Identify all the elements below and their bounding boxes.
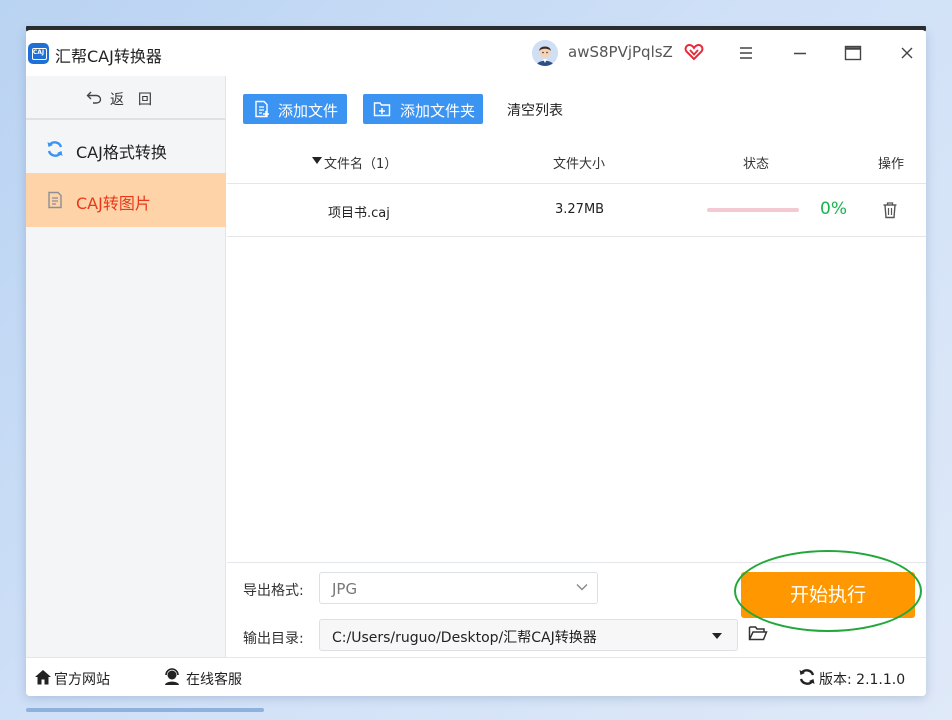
table-row: 项目书.caj 3.27MB 0% — [227, 184, 926, 237]
export-format-select[interactable]: JPG — [319, 572, 598, 604]
app-title: 汇帮CAJ转换器 — [55, 47, 162, 66]
status-bar: 官方网站 在线客服 版本: 2.1.1.0 — [26, 657, 926, 696]
file-name: 项目书.caj — [328, 206, 390, 221]
app-logo-text: CAJ — [32, 49, 45, 56]
sidebar-item-label: CAJ转图片 — [76, 194, 151, 213]
add-file-icon — [255, 100, 269, 118]
username[interactable]: awS8PVjPqlsZ — [568, 43, 673, 61]
progress-percent: 0% — [820, 199, 847, 219]
maximize-icon[interactable] — [841, 42, 865, 64]
document-icon — [48, 191, 62, 209]
caret-down-icon — [712, 633, 722, 639]
app-logo-icon: CAJ — [28, 43, 49, 64]
back-label: 返回 — [110, 92, 166, 108]
version-label: 版本: 2.1.1.0 — [819, 672, 906, 688]
progress-bar — [707, 208, 799, 212]
output-dir-label: 输出目录: — [243, 631, 304, 647]
folder-open-icon[interactable] — [748, 624, 768, 642]
vip-heart-icon[interactable] — [684, 42, 704, 62]
add-folder-icon — [373, 102, 391, 117]
add-file-button[interactable]: 添加文件 — [243, 94, 347, 124]
customer-service-icon[interactable] — [163, 668, 181, 686]
file-size: 3.27MB — [555, 202, 605, 217]
export-format-label: 导出格式: — [243, 583, 304, 599]
back-button[interactable]: 返回 — [26, 76, 226, 120]
sidebar: 返回 CAJ格式转换 CAJ转图片 — [26, 76, 226, 657]
add-folder-label: 添加文件夹 — [400, 102, 476, 120]
file-table-header: 文件名（1） 文件大小 状态 操作 — [227, 142, 926, 184]
online-support-link[interactable]: 在线客服 — [186, 669, 242, 689]
column-header-size: 文件大小 — [553, 157, 606, 172]
home-icon[interactable] — [34, 668, 52, 686]
column-header-filename[interactable]: 文件名（1） — [324, 153, 397, 172]
user-avatar[interactable] — [532, 40, 558, 66]
back-arrow-icon — [86, 91, 102, 104]
menu-icon[interactable] — [734, 42, 758, 64]
title-bar: CAJ 汇帮CAJ转换器 awS8PVjPqlsZ — [26, 30, 926, 76]
sidebar-item-caj-format[interactable]: CAJ格式转换 — [26, 122, 226, 176]
add-folder-button[interactable]: 添加文件夹 — [363, 94, 483, 124]
sort-caret-icon[interactable] — [312, 157, 322, 164]
column-header-action: 操作 — [878, 157, 905, 172]
sidebar-item-caj-to-image[interactable]: CAJ转图片 — [26, 173, 226, 227]
sidebar-item-label: CAJ格式转换 — [76, 143, 167, 162]
start-button[interactable]: 开始执行 — [741, 572, 915, 618]
minimize-icon[interactable] — [788, 42, 812, 64]
export-format-value: JPG — [332, 580, 358, 598]
output-dir-value: C:/Users/ruguo/Desktop/汇帮CAJ转换器 — [332, 630, 597, 646]
refresh-icon — [47, 141, 63, 157]
clear-list-button[interactable]: 清空列表 — [507, 100, 563, 120]
version-refresh-icon[interactable] — [798, 668, 816, 686]
add-file-label: 添加文件 — [278, 102, 339, 120]
trash-icon[interactable] — [882, 201, 898, 219]
background-accent-bar — [26, 708, 264, 712]
official-website-link[interactable]: 官方网站 — [54, 669, 110, 689]
output-dir-select[interactable]: C:/Users/ruguo/Desktop/汇帮CAJ转换器 — [319, 619, 738, 651]
app-window: CAJ 汇帮CAJ转换器 awS8PVjPqlsZ 返回 CAJ格式转换 CAJ… — [26, 30, 926, 696]
close-icon[interactable] — [895, 42, 919, 64]
output-settings-panel: 导出格式: JPG 输出目录: C:/Users/ruguo/Desktop/汇… — [227, 550, 926, 657]
chevron-down-icon — [576, 584, 588, 591]
column-header-status: 状态 — [743, 157, 770, 172]
